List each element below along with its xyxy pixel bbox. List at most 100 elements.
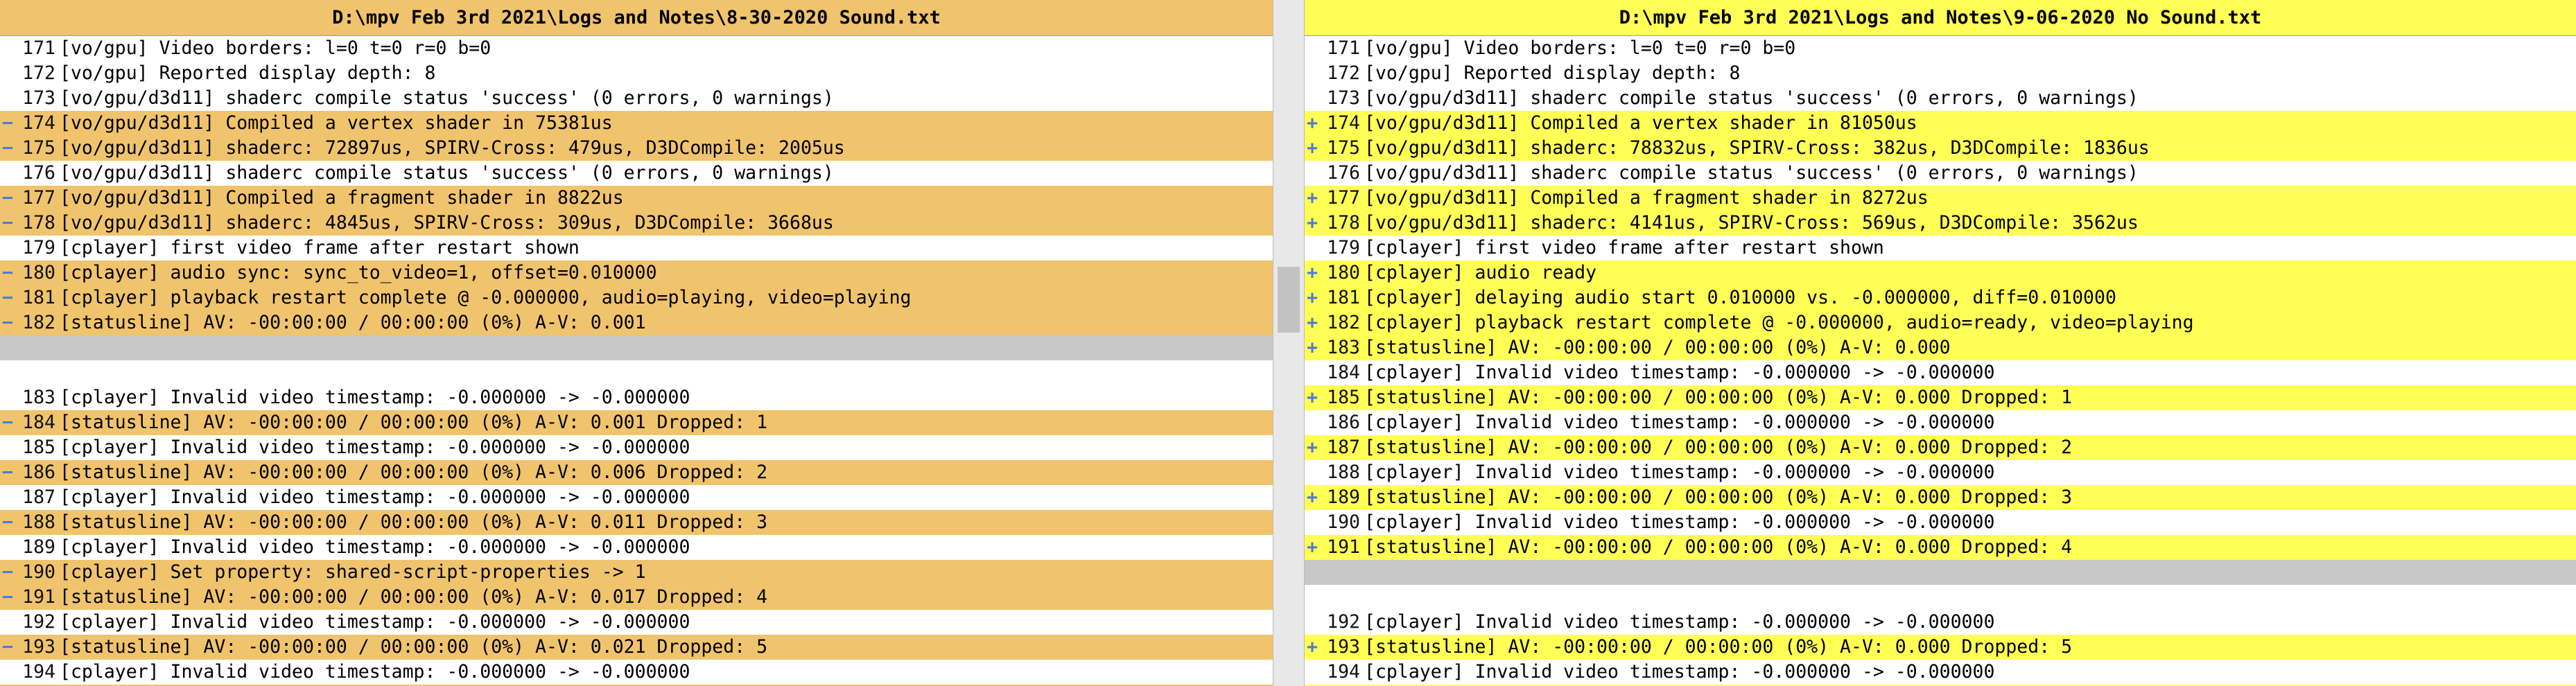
diff-line[interactable]: −177 [vo/gpu/d3d11] Compiled a fragment s…	[0, 186, 1273, 211]
scrollbar-thumb[interactable]	[1278, 267, 1300, 333]
diff-line[interactable]: +181 [cplayer] delaying audio start 0.010…	[1305, 285, 2576, 310]
line-number: 187	[1327, 437, 1360, 458]
line-text: [cplayer] delaying audio start 0.010000 …	[1364, 287, 2116, 308]
diff-line[interactable]: −180 [cplayer] audio sync: sync_to_video=…	[0, 261, 1273, 285]
line-text: [statusline] AV: -00:00:00 / 00:00:00 (0…	[1364, 536, 2073, 558]
line-text: [vo/gpu/d3d11] shaderc compile status 's…	[60, 87, 834, 109]
line[interactable]: 171 [vo/gpu] Video borders: l=0 t=0 r=0 b…	[0, 36, 1273, 61]
line-text: [vo/gpu/d3d11] shaderc: 78832us, SPIRV-C…	[1364, 137, 2150, 159]
line[interactable]: 176 [vo/gpu/d3d11] shaderc compile status…	[0, 161, 1273, 186]
diff-line[interactable]: +178 [vo/gpu/d3d11] shaderc: 4141us, SPIR…	[1305, 211, 2576, 236]
line-text: [cplayer] Invalid video timestamp: -0.00…	[60, 387, 690, 408]
diff-line[interactable]: +177 [vo/gpu/d3d11] Compiled a fragment s…	[1305, 186, 2576, 211]
line-number: 191	[1327, 536, 1360, 558]
line[interactable]: 176 [vo/gpu/d3d11] shaderc compile status…	[1305, 161, 2576, 186]
line-number: 179	[22, 237, 55, 258]
line-text: [statusline] AV: -00:00:00 / 00:00:00 (0…	[1364, 337, 1951, 358]
diff-line[interactable]: −178 [vo/gpu/d3d11] shaderc: 4845us, SPIR…	[0, 211, 1273, 236]
line-text: [cplayer] Invalid video timestamp: -0.00…	[1364, 461, 1995, 483]
diff-line[interactable]: −191 [statusline] AV: -00:00:00 / 00:00:0…	[0, 585, 1273, 610]
line-text: [statusline] AV: -00:00:00 / 00:00:00 (0…	[60, 511, 768, 533]
line-number: 177	[22, 187, 55, 209]
line[interactable]: 187 [cplayer] Invalid video timestamp: -0…	[0, 485, 1273, 510]
line-number: 191	[22, 586, 55, 608]
line-text: [cplayer] Invalid video timestamp: -0.00…	[60, 437, 690, 458]
line-number: 174	[22, 112, 55, 134]
diff-line[interactable]: −193 [statusline] AV: -00:00:00 / 00:00:0…	[0, 635, 1273, 660]
line-text: [statusline] AV: -00:00:00 / 00:00:00 (0…	[60, 586, 768, 608]
line-number: 183	[22, 387, 55, 408]
line-number: 187	[22, 486, 55, 508]
vertical-scrollbar[interactable]	[1273, 0, 1305, 686]
line[interactable]: 173 [vo/gpu/d3d11] shaderc compile status…	[0, 86, 1273, 111]
diff-line[interactable]: +189 [statusline] AV: -00:00:00 / 00:00:0…	[1305, 485, 2576, 510]
line[interactable]: 172 [vo/gpu] Reported display depth: 8	[0, 61, 1273, 86]
line-text: [vo/gpu/d3d11] shaderc compile status 's…	[1364, 162, 2139, 184]
right-line-list: 171 [vo/gpu] Video borders: l=0 t=0 r=0 b…	[1305, 36, 2576, 686]
line-number: 186	[22, 461, 55, 483]
collapsed-gap[interactable]	[0, 335, 1273, 360]
diff-line[interactable]: +191 [statusline] AV: -00:00:00 / 00:00:0…	[1305, 535, 2576, 560]
diff-line[interactable]: +183 [statusline] AV: -00:00:00 / 00:00:0…	[1305, 335, 2576, 360]
line-number: 189	[1327, 486, 1360, 508]
line-text: [vo/gpu/d3d11] shaderc: 4845us, SPIRV-Cr…	[60, 212, 834, 234]
blank-row[interactable]	[1305, 585, 2576, 610]
line-text: [cplayer] first video frame after restar…	[60, 237, 580, 258]
line[interactable]: 183 [cplayer] Invalid video timestamp: -0…	[0, 385, 1273, 410]
right-file-title: D:\mpv Feb 3rd 2021\Logs and Notes\9-06-…	[1305, 0, 2576, 36]
right-file-pane[interactable]: D:\mpv Feb 3rd 2021\Logs and Notes\9-06-…	[1305, 0, 2576, 686]
line-number: 173	[1327, 87, 1360, 109]
line[interactable]: 192 [cplayer] Invalid video timestamp: -0…	[0, 610, 1273, 635]
line[interactable]: 172 [vo/gpu] Reported display depth: 8	[1305, 61, 2576, 86]
line[interactable]: 188 [cplayer] Invalid video timestamp: -0…	[1305, 460, 2576, 485]
blank-row[interactable]	[0, 360, 1273, 385]
line-number: 173	[22, 87, 55, 109]
line[interactable]: 184 [cplayer] Invalid video timestamp: -0…	[1305, 360, 2576, 385]
left-file-pane[interactable]: D:\mpv Feb 3rd 2021\Logs and Notes\8-30-…	[0, 0, 1273, 686]
line-number: 178	[1327, 212, 1360, 234]
diff-line[interactable]: −174 [vo/gpu/d3d11] Compiled a vertex sha…	[0, 111, 1273, 136]
line-text: [vo/gpu/d3d11] Compiled a vertex shader …	[1364, 112, 1917, 134]
line-number: 181	[1327, 287, 1360, 308]
line-text: [cplayer] playback restart complete @ -0…	[1364, 312, 2194, 333]
line[interactable]: 173 [vo/gpu/d3d11] shaderc compile status…	[1305, 86, 2576, 111]
line-number: 182	[1327, 312, 1360, 333]
line-text: [cplayer] Invalid video timestamp: -0.00…	[60, 611, 690, 633]
diff-line[interactable]: −188 [statusline] AV: -00:00:00 / 00:00:0…	[0, 510, 1273, 535]
diff-line[interactable]: −182 [statusline] AV: -00:00:00 / 00:00:0…	[0, 310, 1273, 335]
diff-line[interactable]: +174 [vo/gpu/d3d11] Compiled a vertex sha…	[1305, 111, 2576, 136]
diff-line[interactable]: +187 [statusline] AV: -00:00:00 / 00:00:0…	[1305, 435, 2576, 460]
line[interactable]: 189 [cplayer] Invalid video timestamp: -0…	[0, 535, 1273, 560]
line-text: [statusline] AV: -00:00:00 / 00:00:00 (0…	[60, 636, 768, 658]
line[interactable]: 194 [cplayer] Invalid video timestamp: -0…	[1305, 660, 2576, 685]
line-number: 174	[1327, 112, 1360, 134]
diff-line[interactable]: −190 [cplayer] Set property: shared-scrip…	[0, 560, 1273, 585]
line[interactable]: 179 [cplayer] first video frame after res…	[0, 236, 1273, 261]
line[interactable]: 185 [cplayer] Invalid video timestamp: -0…	[0, 435, 1273, 460]
diff-line[interactable]: +193 [statusline] AV: -00:00:00 / 00:00:0…	[1305, 635, 2576, 660]
collapsed-gap[interactable]	[1305, 560, 2576, 585]
line[interactable]: 186 [cplayer] Invalid video timestamp: -0…	[1305, 410, 2576, 435]
line-number: 190	[22, 561, 55, 583]
diff-line[interactable]: −184 [statusline] AV: -00:00:00 / 00:00:0…	[0, 410, 1273, 435]
diff-line[interactable]: +182 [cplayer] playback restart complete …	[1305, 310, 2576, 335]
diff-line[interactable]: −181 [cplayer] playback restart complete …	[0, 285, 1273, 310]
line-number: 178	[22, 212, 55, 234]
line-number: 188	[22, 511, 55, 533]
diff-line[interactable]: +175 [vo/gpu/d3d11] shaderc: 78832us, SPI…	[1305, 136, 2576, 161]
line-text: [cplayer] playback restart complete @ -0…	[60, 287, 912, 308]
line[interactable]: 194 [cplayer] Invalid video timestamp: -0…	[0, 660, 1273, 685]
line-number: 194	[22, 661, 55, 683]
line-number: 184	[22, 412, 55, 433]
line-text: [vo/gpu/d3d11] Compiled a fragment shade…	[1364, 187, 1929, 209]
line[interactable]: 179 [cplayer] first video frame after res…	[1305, 236, 2576, 261]
diff-line[interactable]: −175 [vo/gpu/d3d11] shaderc: 72897us, SPI…	[0, 136, 1273, 161]
line[interactable]: 192 [cplayer] Invalid video timestamp: -0…	[1305, 610, 2576, 635]
diff-line[interactable]: −186 [statusline] AV: -00:00:00 / 00:00:0…	[0, 460, 1273, 485]
line-number: 172	[1327, 62, 1360, 84]
diff-line[interactable]: +185 [statusline] AV: -00:00:00 / 00:00:0…	[1305, 385, 2576, 410]
line-text: [vo/gpu] Reported display depth: 8	[1364, 62, 1741, 84]
line[interactable]: 171 [vo/gpu] Video borders: l=0 t=0 r=0 b…	[1305, 36, 2576, 61]
diff-line[interactable]: +180 [cplayer] audio ready	[1305, 261, 2576, 285]
line[interactable]: 190 [cplayer] Invalid video timestamp: -0…	[1305, 510, 2576, 535]
